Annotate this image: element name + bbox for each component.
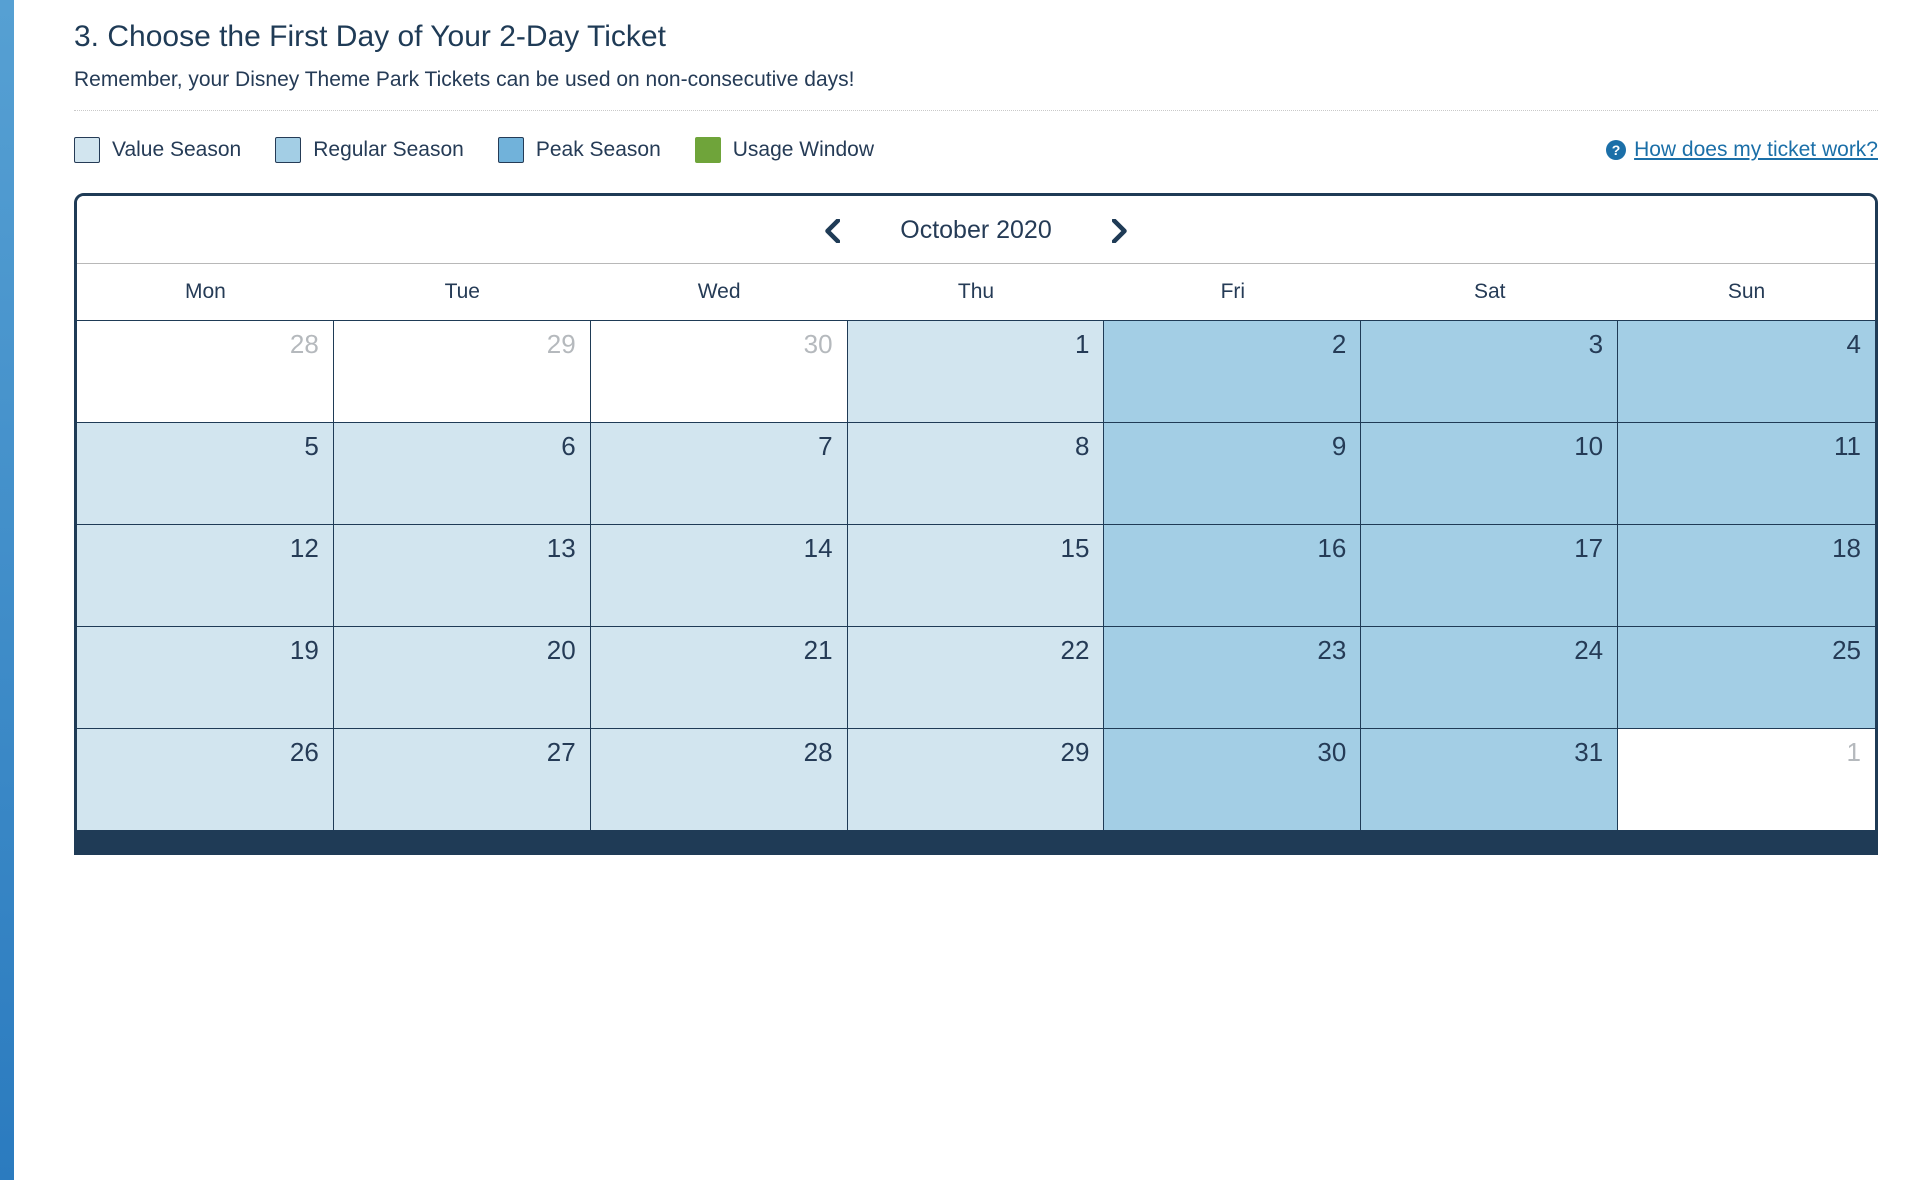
section-subtitle: Remember, your Disney Theme Park Tickets… [74, 68, 1878, 92]
calendar-day[interactable]: 4 [1618, 320, 1875, 422]
calendar-grid: 2829301234567891011121314151617181920212… [77, 320, 1875, 830]
weekday-label: Thu [848, 264, 1105, 320]
legend-peak-season: Peak Season [498, 137, 661, 163]
calendar-day[interactable]: 3 [1361, 320, 1618, 422]
calendar-day[interactable]: 30 [1104, 728, 1361, 830]
weekday-label: Sun [1618, 264, 1875, 320]
calendar-day[interactable]: 11 [1618, 422, 1875, 524]
legend-label: Regular Season [313, 138, 464, 162]
calendar-day[interactable]: 8 [848, 422, 1105, 524]
section-title: 3. Choose the First Day of Your 2-Day Ti… [74, 20, 1878, 54]
calendar-day[interactable]: 17 [1361, 524, 1618, 626]
calendar-day[interactable]: 14 [591, 524, 848, 626]
calendar-day[interactable]: 20 [334, 626, 591, 728]
calendar-day[interactable]: 12 [77, 524, 334, 626]
legend-label: Peak Season [536, 138, 661, 162]
question-icon: ? [1606, 140, 1626, 160]
help-link[interactable]: ? How does my ticket work? [1606, 138, 1878, 162]
legend-regular-season: Regular Season [275, 137, 464, 163]
calendar-footer-bar [77, 830, 1875, 852]
calendar-day[interactable]: 23 [1104, 626, 1361, 728]
weekday-label: Sat [1361, 264, 1618, 320]
swatch-regular [275, 137, 301, 163]
calendar-day[interactable]: 6 [334, 422, 591, 524]
calendar-day[interactable]: 21 [591, 626, 848, 728]
calendar-day: 29 [334, 320, 591, 422]
calendar-day[interactable]: 15 [848, 524, 1105, 626]
calendar-day[interactable]: 7 [591, 422, 848, 524]
swatch-value [74, 137, 100, 163]
section-divider [74, 110, 1878, 111]
calendar-day[interactable]: 27 [334, 728, 591, 830]
help-link-label: How does my ticket work? [1634, 138, 1878, 162]
legend-label: Value Season [112, 138, 241, 162]
calendar-day[interactable]: 16 [1104, 524, 1361, 626]
calendar-day[interactable]: 22 [848, 626, 1105, 728]
calendar-day: 30 [591, 320, 848, 422]
weekday-label: Tue [334, 264, 591, 320]
legend-usage-window: Usage Window [695, 137, 874, 163]
swatch-peak [498, 137, 524, 163]
calendar-day[interactable]: 19 [77, 626, 334, 728]
next-month-button[interactable] [1112, 219, 1128, 243]
calendar-day[interactable]: 24 [1361, 626, 1618, 728]
calendar-day[interactable]: 29 [848, 728, 1105, 830]
calendar-day[interactable]: 25 [1618, 626, 1875, 728]
chevron-right-icon [1112, 219, 1128, 243]
weekday-row: Mon Tue Wed Thu Fri Sat Sun [77, 264, 1875, 320]
calendar-day[interactable]: 18 [1618, 524, 1875, 626]
swatch-usage [695, 137, 721, 163]
calendar-header: October 2020 [77, 196, 1875, 264]
weekday-label: Wed [591, 264, 848, 320]
legend-row: Value Season Regular Season Peak Season … [74, 137, 1878, 163]
calendar-day: 28 [77, 320, 334, 422]
calendar-day[interactable]: 26 [77, 728, 334, 830]
chevron-left-icon [824, 219, 840, 243]
prev-month-button[interactable] [824, 219, 840, 243]
calendar-day[interactable]: 13 [334, 524, 591, 626]
calendar-day[interactable]: 2 [1104, 320, 1361, 422]
month-label: October 2020 [900, 216, 1052, 245]
weekday-label: Mon [77, 264, 334, 320]
calendar-day[interactable]: 10 [1361, 422, 1618, 524]
calendar-day[interactable]: 5 [77, 422, 334, 524]
weekday-label: Fri [1104, 264, 1361, 320]
calendar-day[interactable]: 28 [591, 728, 848, 830]
calendar-day[interactable]: 9 [1104, 422, 1361, 524]
legend-value-season: Value Season [74, 137, 241, 163]
calendar-day[interactable]: 1 [848, 320, 1105, 422]
calendar-day: 1 [1618, 728, 1875, 830]
calendar: October 2020 Mon Tue Wed Thu Fri Sat Sun… [74, 193, 1878, 855]
legend-label: Usage Window [733, 138, 874, 162]
calendar-day[interactable]: 31 [1361, 728, 1618, 830]
side-gradient-bar [0, 0, 14, 1180]
